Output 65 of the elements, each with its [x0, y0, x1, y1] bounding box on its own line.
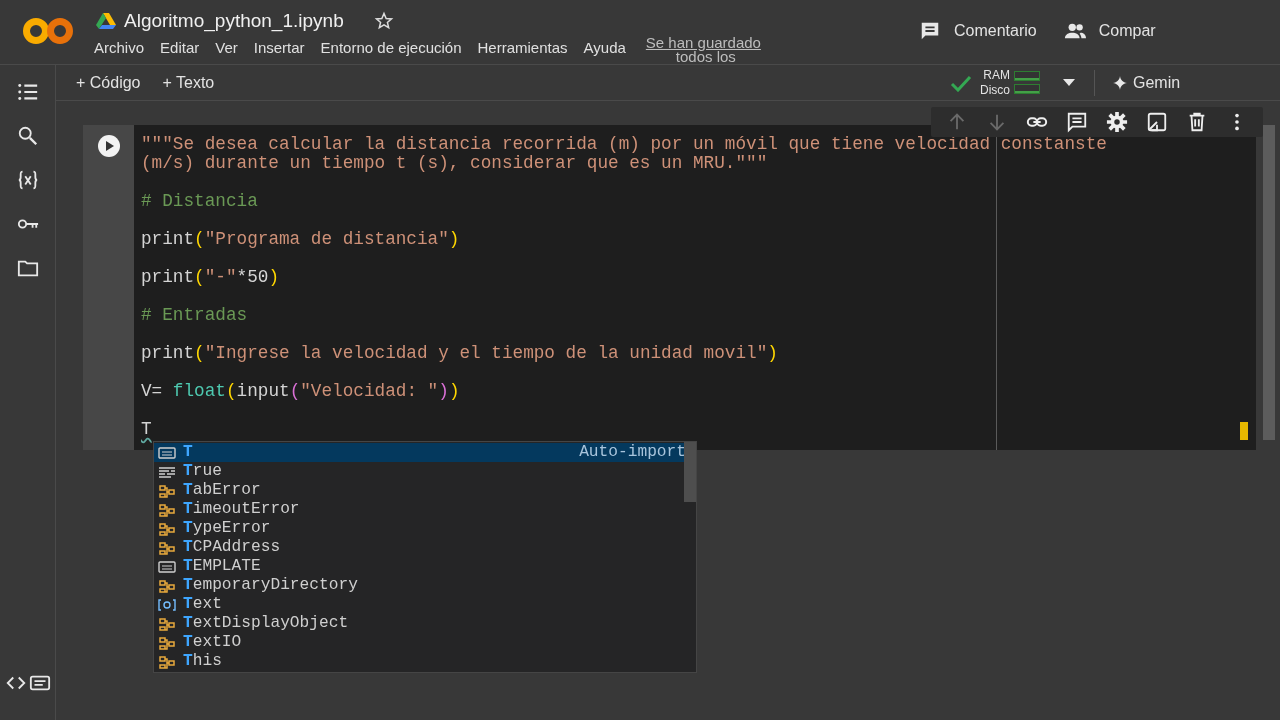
class-icon	[157, 521, 177, 536]
class-icon	[157, 578, 177, 593]
suggestion-item[interactable]: This	[154, 652, 696, 671]
scrollbar[interactable]	[1263, 125, 1275, 440]
suggestion-item[interactable]: Text	[154, 595, 696, 614]
comment-button[interactable]: Comentario	[918, 20, 1037, 42]
code-line: V= float(input("Velocidad: "))	[141, 382, 461, 401]
menu-item[interactable]: Ver	[215, 36, 238, 59]
share-button[interactable]: Compar	[1062, 20, 1156, 42]
add-code-button[interactable]: + Código	[76, 73, 141, 92]
suggestion-item[interactable]: TabError	[154, 481, 696, 500]
code-line: T	[141, 420, 152, 439]
scrollbar-thumb[interactable]	[684, 442, 696, 502]
sparkle-icon	[1113, 75, 1127, 90]
module-icon	[157, 597, 177, 612]
menu-item[interactable]: Ayuda	[583, 36, 626, 59]
code-line: # Distancia	[141, 192, 259, 211]
suggestion-item[interactable]: TextIO	[154, 633, 696, 652]
drive-icon	[96, 13, 116, 29]
suggestion-item[interactable]: TEMPLATE	[154, 557, 696, 576]
resource-label: Disco	[980, 82, 1010, 98]
suggestion-detail: Auto-import	[579, 443, 686, 462]
gemini-button[interactable]: Gemin	[1113, 73, 1181, 92]
notebook-title[interactable]: Algoritmo_python_1.ipynb	[124, 10, 344, 32]
menu-item[interactable]: Archivo	[94, 36, 145, 59]
caret-icon[interactable]	[1062, 77, 1076, 88]
overview-marker	[1240, 422, 1248, 440]
menu-item[interactable]: Entorno de ejecución	[320, 36, 462, 59]
class-icon	[157, 654, 177, 669]
suggestion-item[interactable]: TextDisplayObject	[154, 614, 696, 633]
code-line: print("Ingrese la velocidad y el tiempo de la unidad movil")	[141, 344, 779, 363]
code-line: (m/s) durante un tiempo t (s), considerar que es un MRU."""	[141, 154, 769, 173]
code-line: """Se desea calcular la distancia recorrida (m) por un móvil que tiene velocidad constanste	[141, 135, 1108, 154]
class-icon	[157, 616, 177, 631]
class-icon	[157, 540, 177, 555]
save-status-text: todos los	[674, 50, 736, 64]
code-line: # Entradas	[141, 306, 249, 325]
menu-item[interactable]: Insertar	[253, 36, 305, 59]
run-button[interactable]	[96, 134, 121, 158]
list-icon[interactable]	[15, 81, 40, 103]
mirror-icon[interactable]	[1146, 111, 1168, 133]
resource-label: RAM	[982, 67, 1010, 83]
resource-meter	[1014, 84, 1040, 94]
code-line: print("Programa de distancia")	[141, 230, 461, 249]
resource-meter	[1014, 71, 1040, 81]
settings-icon[interactable]	[1106, 111, 1128, 133]
keyword-icon	[157, 464, 177, 479]
class-icon	[157, 502, 177, 517]
star-icon[interactable]	[373, 11, 394, 31]
suggestion-item[interactable]: TypeError	[154, 519, 696, 538]
field-icon	[157, 445, 177, 460]
class-icon	[157, 635, 177, 650]
suggestion-item[interactable]: True	[154, 462, 696, 481]
suggestion-item[interactable]: TCPAddress	[154, 538, 696, 557]
code-line: print("-"*50)	[141, 268, 280, 287]
add-text-button[interactable]: + Texto	[162, 73, 215, 92]
field-icon	[157, 559, 177, 574]
menu-item[interactable]: Editar	[160, 36, 200, 59]
save-status-link[interactable]: Se han guardado	[645, 36, 761, 50]
menu-item[interactable]: Herramientas	[477, 36, 568, 59]
suggestion-item[interactable]: TimeoutError	[154, 500, 696, 519]
class-icon	[157, 483, 177, 498]
suggestion-item[interactable]: TemporaryDirectory	[154, 576, 696, 595]
comment-icon[interactable]	[1066, 111, 1088, 133]
colab-logo[interactable]	[22, 17, 74, 45]
